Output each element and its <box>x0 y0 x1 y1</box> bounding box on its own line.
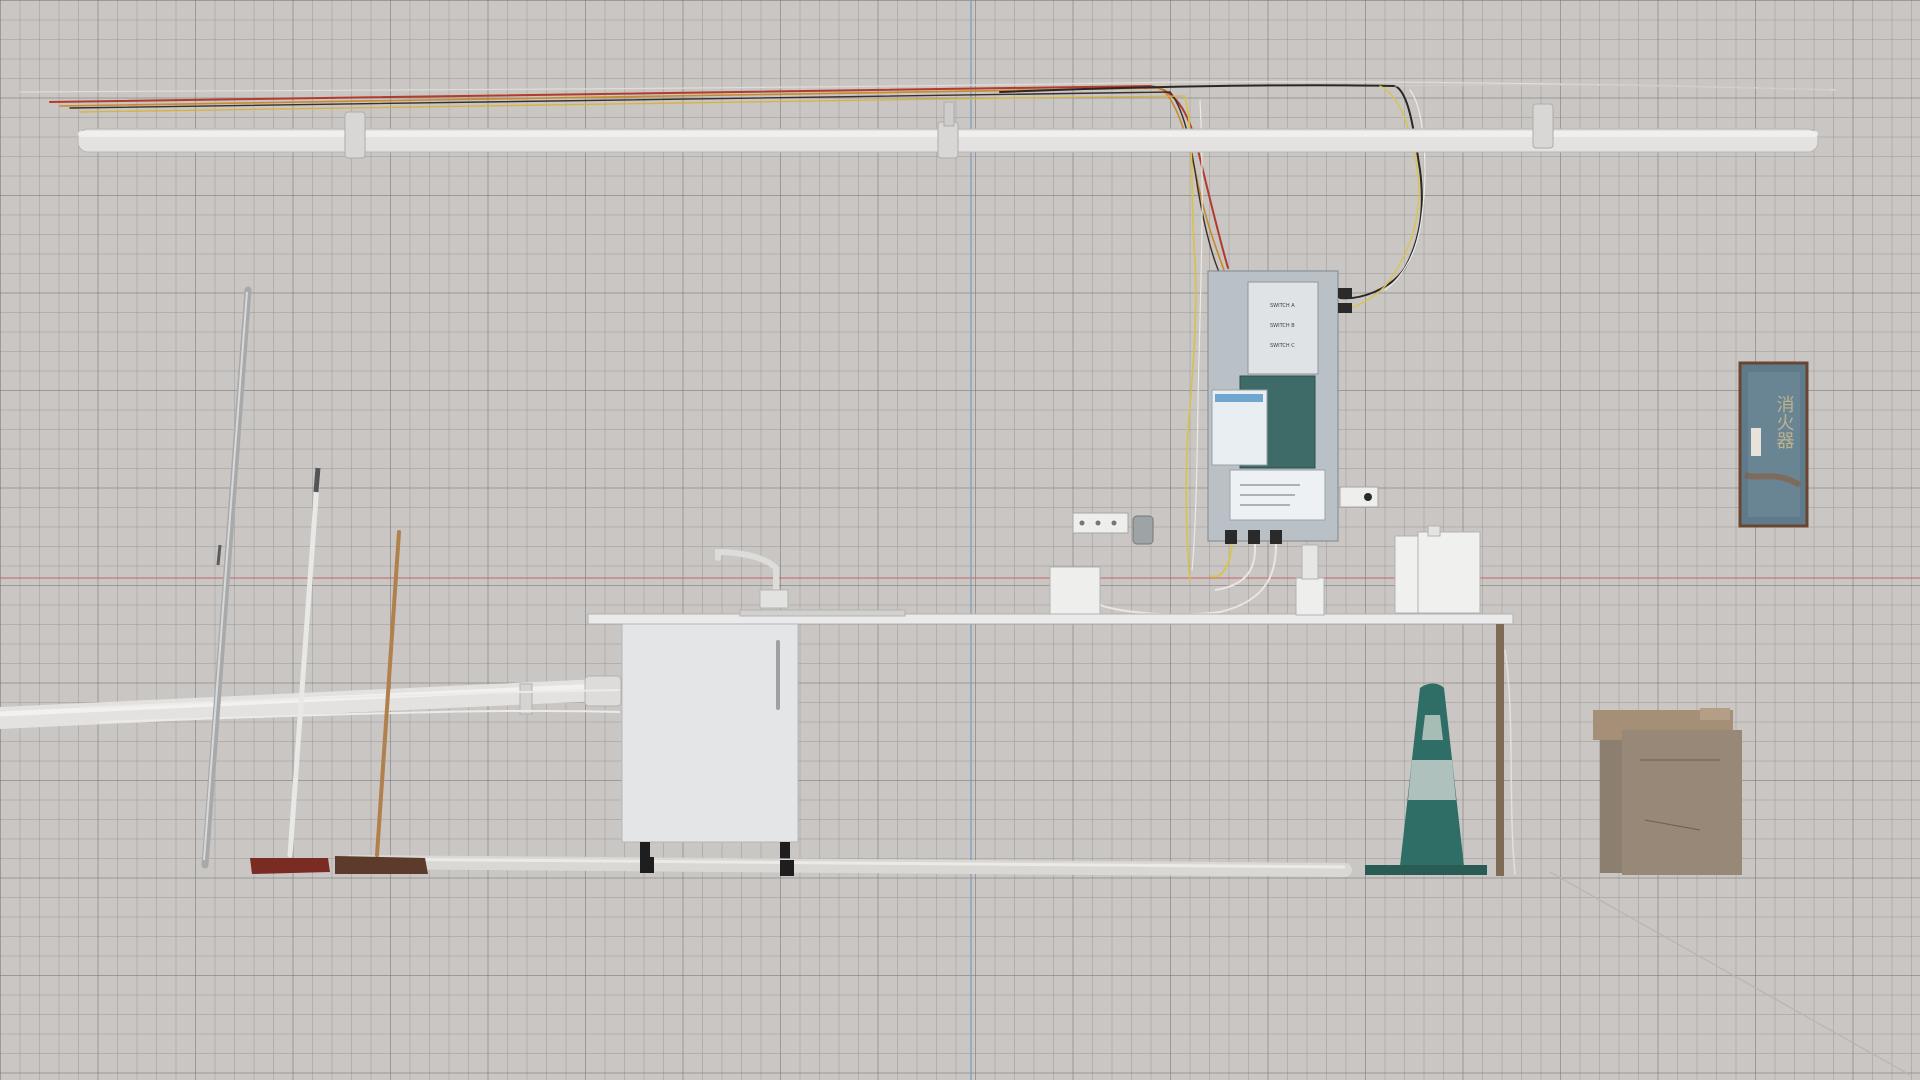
sink-tap[interactable] <box>715 548 789 609</box>
fuse-label-c: SWITCH C <box>1270 343 1295 349</box>
sink-cabinet[interactable] <box>621 623 799 862</box>
fire-extinguisher-sign-text: 消火器 <box>1774 395 1795 449</box>
table-leg[interactable] <box>1496 624 1504 876</box>
jerry-cans[interactable] <box>1394 525 1481 614</box>
ceiling-pipe[interactable] <box>77 101 1819 159</box>
fuse-label-b: SWITCH B <box>1270 323 1295 329</box>
wall-drain-pipe[interactable] <box>0 675 622 729</box>
fire-extinguisher-sign[interactable]: 消火器 <box>1738 361 1809 528</box>
floor-pipe[interactable] <box>343 855 1352 877</box>
3d-viewport[interactable]: SWITCH A SWITCH B SWITCH C 消火器 <box>0 0 1920 1080</box>
wall-socket-right[interactable] <box>1339 486 1379 508</box>
traffic-cone[interactable] <box>1365 683 1487 876</box>
cardboard-boxes[interactable] <box>1593 708 1742 875</box>
mop[interactable] <box>250 467 330 874</box>
floor-edge-line <box>1549 871 1911 1076</box>
wall-socket-left[interactable] <box>1072 512 1154 545</box>
small-box[interactable] <box>1049 566 1101 615</box>
ceiling-wires[interactable] <box>19 81 1836 581</box>
fuse-label-a: SWITCH A <box>1270 303 1295 309</box>
scene-canvas: SWITCH A SWITCH B SWITCH C 消火器 <box>0 0 1920 1080</box>
bottle[interactable] <box>1295 544 1325 616</box>
